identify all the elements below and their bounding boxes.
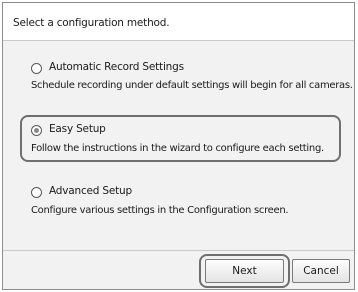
- radio-easy-setup[interactable]: [31, 125, 42, 136]
- option-label-advanced[interactable]: Advanced Setup: [49, 185, 132, 197]
- instruction-text: Select a configuration method.: [13, 17, 170, 29]
- option-description-easy-setup: Follow the instructions in the wizard to…: [31, 143, 324, 154]
- next-button[interactable]: Next: [205, 259, 284, 283]
- option-description-automatic: Schedule recording under default setting…: [31, 80, 353, 91]
- footer-divider: [3, 250, 354, 251]
- option-label-automatic[interactable]: Automatic Record Settings: [49, 61, 184, 73]
- radio-automatic-record-settings[interactable]: [31, 63, 42, 74]
- radio-advanced-setup[interactable]: [31, 187, 42, 198]
- dialog-header: Select a configuration method.: [3, 3, 354, 41]
- option-description-advanced: Configure various settings in the Config…: [31, 205, 289, 216]
- option-label-easy-setup[interactable]: Easy Setup: [49, 123, 106, 135]
- cancel-button[interactable]: Cancel: [292, 259, 350, 283]
- configuration-dialog: Select a configuration method. Automatic…: [2, 2, 355, 290]
